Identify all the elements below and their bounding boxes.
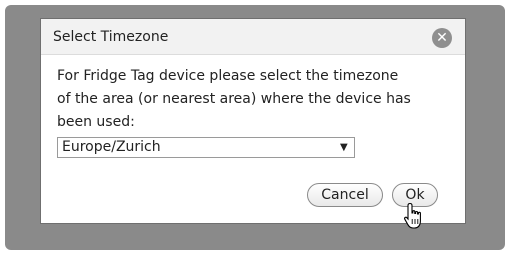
timezone-select[interactable]: Europe/Zurich ▼ <box>57 137 355 158</box>
cancel-button[interactable]: Cancel <box>307 183 383 207</box>
message-line-1: For Fridge Tag device please select the … <box>57 68 399 84</box>
dialog-title: Select Timezone <box>53 29 169 45</box>
close-icon[interactable]: ✕ <box>432 28 452 48</box>
dialog-message: For Fridge Tag device please select the … <box>57 65 453 134</box>
select-timezone-dialog: Select Timezone ✕ For Fridge Tag device … <box>40 18 466 229</box>
hand-pointer-icon <box>404 202 421 229</box>
dialog-titlebar: Select Timezone ✕ <box>41 19 465 55</box>
timezone-selected-value: Europe/Zurich <box>62 139 161 155</box>
chevron-down-icon: ▼ <box>340 142 348 153</box>
message-line-3: been used: <box>57 114 135 130</box>
message-line-2: of the area (or nearest area) where the … <box>57 91 411 107</box>
